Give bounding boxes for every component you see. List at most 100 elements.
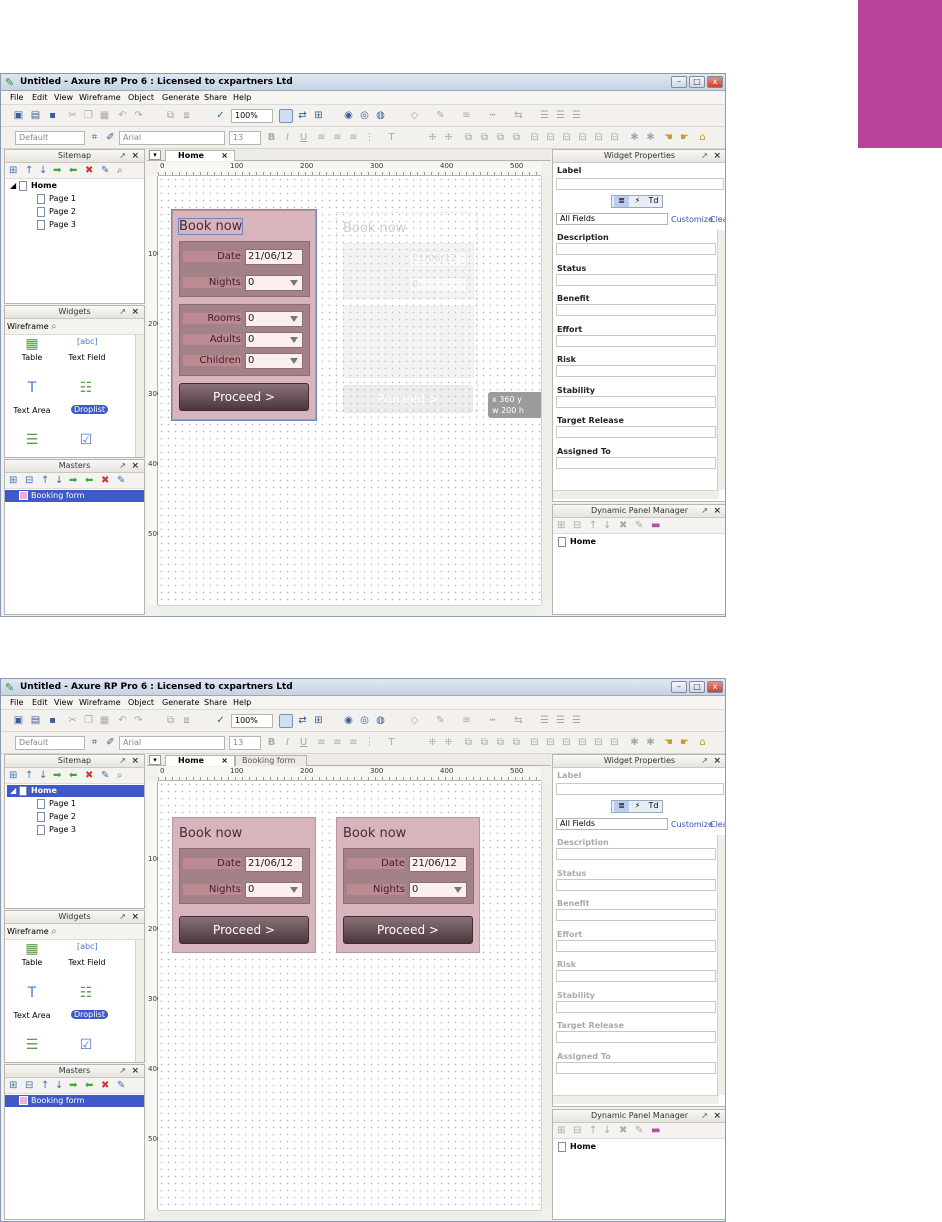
search-icon[interactable]: ⌕ bbox=[51, 320, 57, 334]
snap-icon[interactable]: ⊞ bbox=[311, 108, 326, 123]
indent-icon[interactable]: ➡ bbox=[69, 1079, 77, 1093]
line-color-icon[interactable]: ✎ bbox=[433, 713, 448, 728]
proceed-button[interactable]: Proceed > bbox=[179, 916, 309, 944]
label-input[interactable] bbox=[556, 178, 724, 190]
pin-icon[interactable]: ↗ bbox=[119, 755, 126, 767]
align-bottom-icon[interactable]: ⊟ bbox=[575, 735, 590, 750]
align-v-icon[interactable]: ⊟ bbox=[607, 130, 622, 145]
formatting-tab-icon[interactable]: Td bbox=[646, 801, 661, 812]
canvas-horizontal-scrollbar[interactable] bbox=[158, 1210, 541, 1219]
table-icon[interactable]: ▦ bbox=[23, 941, 41, 957]
bring-forward-icon[interactable]: ⧉ bbox=[493, 735, 508, 750]
underline-icon[interactable]: U bbox=[296, 735, 311, 750]
sitemap-page-2[interactable]: Page 2 bbox=[37, 206, 76, 218]
indent-icon[interactable]: ➡ bbox=[53, 769, 61, 783]
move-up-icon[interactable]: ↑ bbox=[41, 474, 49, 488]
bold-icon[interactable]: B bbox=[264, 735, 279, 750]
align-center-icon[interactable]: ☰ bbox=[553, 713, 568, 728]
align-left-icon[interactable]: ☰ bbox=[537, 108, 552, 123]
dpm-item-home[interactable]: Home bbox=[558, 536, 596, 548]
save-icon[interactable]: ▪ bbox=[45, 713, 60, 728]
undo-icon[interactable]: ↶ bbox=[115, 713, 130, 728]
menu-edit[interactable]: Edit bbox=[32, 93, 48, 102]
new-icon[interactable]: ▣ bbox=[11, 713, 26, 728]
droplist-icon[interactable]: ☷ bbox=[77, 985, 95, 1001]
close-icon[interactable]: × bbox=[131, 460, 139, 472]
generate-icon[interactable]: ◍ bbox=[373, 713, 388, 728]
list-box-icon[interactable]: ☰ bbox=[23, 1037, 41, 1053]
pin-icon[interactable]: ↗ bbox=[119, 1065, 126, 1077]
select-mode-icon[interactable] bbox=[279, 714, 293, 728]
menu-help[interactable]: Help bbox=[233, 93, 251, 102]
menu-share[interactable]: Share bbox=[204, 93, 227, 102]
checkbox-icon[interactable]: ☑ bbox=[77, 1037, 95, 1053]
edit-state-icon[interactable]: ✎ bbox=[635, 1124, 643, 1138]
brush-icon[interactable]: ✐ bbox=[103, 735, 118, 750]
proceed-button[interactable]: Proceed > bbox=[179, 383, 309, 411]
droplist-icon[interactable]: ☷ bbox=[77, 380, 95, 396]
stability-field[interactable] bbox=[556, 1001, 716, 1013]
delete-master-icon[interactable]: ✖ bbox=[101, 474, 109, 488]
brush-icon[interactable]: ✐ bbox=[103, 130, 118, 145]
clear-link[interactable]: Clear bbox=[710, 215, 725, 224]
move-down-icon[interactable]: ↓ bbox=[55, 1079, 63, 1093]
save-icon[interactable]: ▪ bbox=[45, 108, 60, 123]
description-field[interactable] bbox=[556, 243, 716, 255]
master-item-booking-form[interactable]: Booking form bbox=[5, 490, 144, 502]
paste-icon[interactable]: ▦ bbox=[97, 713, 112, 728]
move-down-icon[interactable]: ↓ bbox=[39, 164, 47, 178]
preview-icon[interactable]: ◉ bbox=[341, 108, 356, 123]
tab-home[interactable]: Home × bbox=[165, 150, 235, 161]
close-icon[interactable]: × bbox=[713, 1110, 721, 1122]
align-left-icon[interactable]: ☰ bbox=[537, 713, 552, 728]
menu-view[interactable]: View bbox=[54, 698, 73, 707]
align-objects-icon[interactable]: ⊟ bbox=[527, 130, 542, 145]
send-back-icon[interactable]: ⧉ bbox=[477, 130, 492, 145]
redo-icon[interactable]: ↷ bbox=[131, 713, 146, 728]
distribute-v-icon[interactable]: ⁜ bbox=[441, 130, 456, 145]
align-middle-icon[interactable]: ⊟ bbox=[543, 130, 558, 145]
tab-home[interactable]: Home × bbox=[165, 755, 235, 766]
maximize-button[interactable]: □ bbox=[689, 76, 705, 88]
mask-icon[interactable]: ☛ bbox=[677, 735, 692, 750]
paste-icon[interactable]: ▦ bbox=[97, 108, 112, 123]
cut-icon[interactable]: ✂ bbox=[65, 713, 80, 728]
generate-icon[interactable]: ◍ bbox=[373, 108, 388, 123]
label-input[interactable] bbox=[556, 783, 724, 795]
menu-view[interactable]: View bbox=[54, 93, 73, 102]
text-center-icon[interactable]: ≡ bbox=[330, 130, 345, 145]
target-release-field[interactable] bbox=[556, 1031, 716, 1043]
properties-h-scrollbar[interactable] bbox=[553, 1095, 719, 1104]
add-folder-icon[interactable]: ⊟ bbox=[25, 1079, 33, 1093]
close-icon[interactable]: × bbox=[713, 505, 721, 517]
properties-scrollbar[interactable] bbox=[717, 230, 725, 490]
menu-wireframe[interactable]: Wireframe bbox=[79, 93, 121, 102]
dpm-item-home[interactable]: Home bbox=[558, 1141, 596, 1153]
close-window-button[interactable]: x bbox=[707, 681, 723, 693]
send-backward-icon[interactable]: ⧉ bbox=[509, 130, 524, 145]
interactions-tab-icon[interactable]: ⚡ bbox=[630, 801, 645, 812]
move-down-icon[interactable]: ↓ bbox=[603, 519, 611, 533]
format-painter-icon[interactable]: ⌗ bbox=[87, 735, 102, 750]
search-icon[interactable]: ⌕ bbox=[117, 769, 123, 783]
font-select[interactable]: Arial bbox=[119, 736, 225, 750]
pin-icon[interactable]: ↗ bbox=[701, 505, 708, 517]
select-mode-icon[interactable] bbox=[279, 109, 293, 123]
search-icon[interactable]: ⌕ bbox=[51, 925, 57, 939]
checkbox-icon[interactable]: ☑ bbox=[77, 432, 95, 448]
properties-icon[interactable]: ✎ bbox=[101, 769, 109, 783]
booking-form-b[interactable]: Book now Date 21/06/12 Nights 0 Proceed … bbox=[336, 817, 480, 953]
sitemap-root-home[interactable]: ◢ Home bbox=[7, 785, 144, 797]
distribute-icon[interactable]: ⁜ bbox=[425, 735, 440, 750]
open-folder-icon[interactable]: ▤ bbox=[28, 108, 43, 123]
line-width-icon[interactable]: ≡ bbox=[459, 713, 474, 728]
style-select[interactable]: Default bbox=[15, 736, 85, 750]
field-set-select[interactable]: All Fields bbox=[556, 818, 668, 830]
outdent-icon[interactable]: ⬅ bbox=[85, 1079, 93, 1093]
design-canvas[interactable]: Book now Date 21/06/12 Nights 0 Rooms 0 … bbox=[158, 176, 541, 605]
format-painter-icon[interactable]: ⌗ bbox=[87, 130, 102, 145]
collapse-icon[interactable]: ◢ bbox=[10, 181, 19, 190]
hand-icon[interactable]: ☚ bbox=[661, 735, 676, 750]
add-folder-icon[interactable]: ⊟ bbox=[25, 474, 33, 488]
align-middle-icon[interactable]: ⊟ bbox=[543, 735, 558, 750]
